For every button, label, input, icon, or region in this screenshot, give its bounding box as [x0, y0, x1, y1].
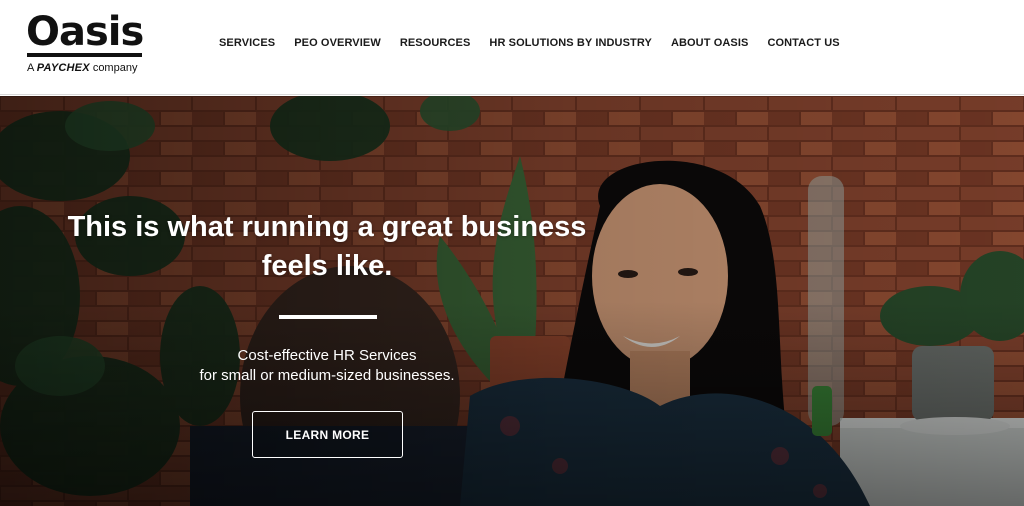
nav-peo-overview[interactable]: PEO OVERVIEW — [294, 36, 381, 50]
hero-title-line-2: feels like. — [261, 250, 393, 282]
tagline-brand: PAYCHEX — [36, 62, 90, 74]
hero-subtitle: Cost-effective HR Services for small or … — [140, 346, 514, 386]
main-nav: SERVICES PEO OVERVIEW RESOURCES HR SOLUT… — [219, 36, 859, 50]
hero-title-line-1: This is what running a great business — [67, 211, 587, 243]
logo-wordmark: Oasis — [26, 9, 144, 55]
oasis-logo[interactable]: Oasis A PAYCHEX company — [26, 12, 144, 76]
nav-about-oasis[interactable]: ABOUT OASIS — [671, 36, 749, 50]
tagline-suffix: company — [92, 62, 138, 74]
hero-subtitle-line-1: Cost-effective HR Services — [237, 347, 417, 364]
learn-more-button[interactable]: LEARN MORE — [252, 411, 403, 458]
logo-underline — [27, 53, 142, 57]
hero-subtitle-line-2: for small or medium-sized businesses. — [199, 367, 455, 384]
hero-title: This is what running a great business fe… — [40, 208, 614, 286]
logo-tagline: A PAYCHEX company — [27, 62, 137, 75]
nav-contact-us[interactable]: CONTACT US — [767, 36, 839, 50]
nav-hr-solutions-by-industry[interactable]: HR SOLUTIONS BY INDUSTRY — [489, 36, 652, 50]
nav-resources[interactable]: RESOURCES — [400, 36, 471, 50]
site-header: Oasis A PAYCHEX company SERVICES PEO OVE… — [0, 0, 1024, 95]
tagline-prefix: A — [27, 62, 34, 74]
nav-services[interactable]: SERVICES — [219, 36, 275, 50]
hero-banner: This is what running a great business fe… — [0, 96, 1024, 506]
hero-divider — [279, 315, 377, 319]
hero-background-photo — [0, 96, 1024, 506]
